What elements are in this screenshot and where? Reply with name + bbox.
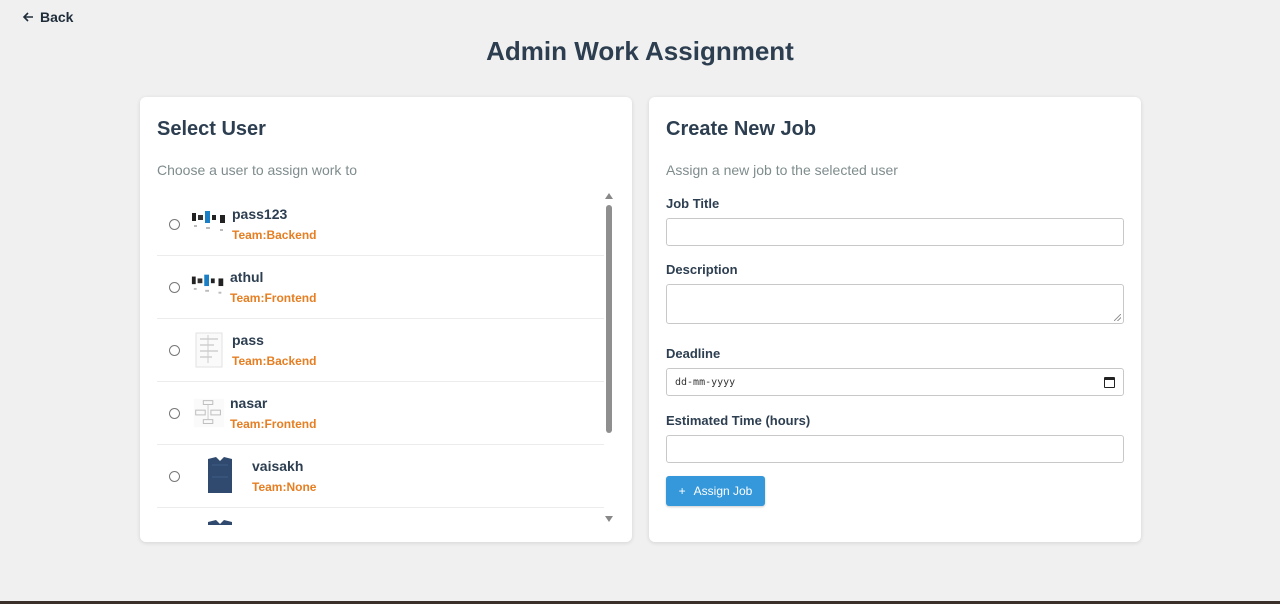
avatar [192, 211, 225, 231]
user-name: pass [232, 332, 264, 348]
user-radio[interactable] [169, 407, 180, 419]
create-job-subtitle: Assign a new job to the selected user [666, 162, 898, 178]
user-list[interactable]: pass123 Team:Backend athul Team:Frontend [157, 193, 604, 525]
calendar-icon[interactable] [1104, 377, 1115, 388]
user-row-nasar[interactable]: nasar Team:Frontend [157, 382, 604, 445]
avatar [208, 457, 232, 493]
user-row-pass123[interactable]: pass123 Team:Backend [157, 193, 604, 256]
user-team: Team:Frontend [230, 291, 317, 305]
avatar [191, 274, 224, 294]
avatar [208, 520, 232, 525]
user-radio[interactable] [169, 344, 180, 356]
user-team: Team:Backend [232, 228, 317, 242]
user-radio[interactable] [169, 281, 180, 293]
user-list-scrollbar[interactable] [605, 193, 613, 525]
scroll-down-icon[interactable] [605, 516, 613, 522]
back-button[interactable]: Back [22, 9, 73, 25]
estimated-time-input[interactable] [666, 435, 1124, 463]
deadline-placeholder: dd-mm-yyyy [675, 376, 736, 388]
user-team: Team:Backend [232, 354, 317, 368]
description-label: Description [666, 262, 738, 277]
estimated-time-label: Estimated Time (hours) [666, 413, 811, 428]
arrow-left-icon [22, 12, 33, 22]
job-title-input[interactable] [666, 218, 1124, 246]
create-job-title: Create New Job [666, 118, 817, 140]
create-job-card: Create New Job Assign a new job to the s… [649, 97, 1141, 542]
user-radio[interactable] [169, 470, 180, 482]
avatar [195, 332, 223, 368]
user-name: pass123 [232, 206, 288, 222]
user-team: Team:None [252, 480, 317, 494]
assign-job-button[interactable]: + Assign Job [666, 476, 765, 506]
user-radio[interactable] [169, 218, 180, 230]
scroll-thumb[interactable] [606, 205, 612, 433]
user-row-vaisakh[interactable]: vaisakh Team:None [157, 445, 604, 508]
select-user-card: Select User Choose a user to assign work… [140, 97, 632, 542]
avatar [193, 398, 225, 428]
user-team: Team:Frontend [230, 417, 317, 431]
user-name: vaisakh [252, 458, 304, 474]
resize-grip-icon[interactable] [1114, 314, 1121, 321]
user-row-pass[interactable]: pass Team:Backend [157, 319, 604, 382]
deadline-label: Deadline [666, 346, 721, 361]
assign-job-label: Assign Job [693, 484, 753, 498]
description-textarea[interactable] [666, 284, 1124, 324]
user-name: nasar [230, 395, 268, 411]
deadline-input[interactable]: dd-mm-yyyy [666, 368, 1124, 396]
plus-icon: + [678, 484, 686, 498]
select-user-subtitle: Choose a user to assign work to [157, 162, 357, 178]
user-row-nibu[interactable]: nibu [157, 508, 604, 525]
back-label: Back [40, 9, 74, 25]
user-name: athul [230, 269, 264, 285]
scroll-up-icon[interactable] [605, 193, 613, 199]
page-title: Admin Work Assignment [486, 36, 794, 66]
job-title-label: Job Title [666, 196, 720, 211]
select-user-title: Select User [157, 118, 266, 140]
user-row-athul[interactable]: athul Team:Frontend [157, 256, 604, 319]
